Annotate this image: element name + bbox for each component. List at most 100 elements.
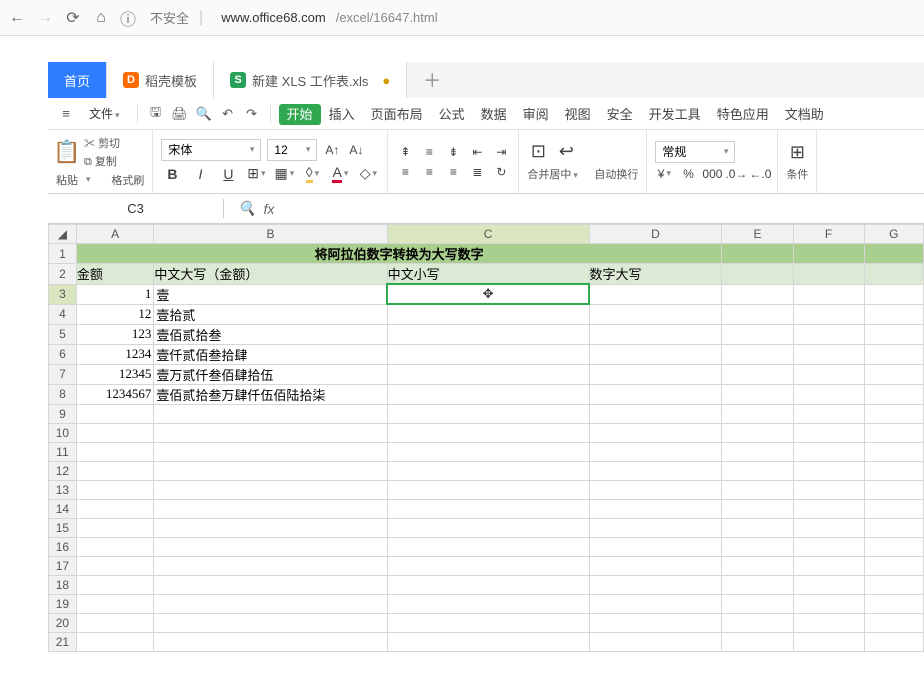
cell[interactable] — [589, 284, 722, 304]
select-all-corner[interactable]: ◢ — [49, 225, 77, 244]
cell[interactable] — [864, 480, 923, 499]
cell[interactable] — [722, 423, 793, 442]
cell[interactable] — [793, 284, 864, 304]
row-header[interactable]: 4 — [49, 304, 77, 324]
menu-公式[interactable]: 公式 — [431, 104, 473, 125]
cell[interactable] — [387, 404, 589, 423]
cell-amount[interactable]: 1234 — [76, 344, 154, 364]
row-header[interactable]: 1 — [49, 244, 77, 264]
cell[interactable] — [864, 404, 923, 423]
menu-数据[interactable]: 数据 — [473, 104, 515, 125]
cell[interactable] — [76, 461, 154, 480]
cell[interactable] — [722, 384, 793, 404]
cell[interactable] — [722, 442, 793, 461]
cell[interactable] — [722, 518, 793, 537]
cell[interactable] — [387, 480, 589, 499]
cell-amount[interactable]: 12 — [76, 304, 154, 324]
cell-style-button[interactable]: ▦▾ — [273, 163, 295, 185]
wrap-icon[interactable]: ↩ — [555, 141, 577, 163]
cell[interactable] — [387, 594, 589, 613]
font-increase-icon[interactable]: A↑ — [323, 141, 341, 159]
cell[interactable] — [76, 404, 154, 423]
row-header[interactable]: 14 — [49, 499, 77, 518]
cell[interactable] — [589, 442, 722, 461]
font-decrease-icon[interactable]: A↓ — [347, 141, 365, 159]
cell[interactable] — [793, 594, 864, 613]
cell[interactable] — [864, 613, 923, 632]
row-header[interactable]: 20 — [49, 613, 77, 632]
cell[interactable] — [154, 632, 387, 651]
italic-button[interactable]: I — [189, 163, 211, 185]
clear-format-button[interactable]: ◇▾ — [357, 163, 379, 185]
borders-button[interactable]: ⊞▾ — [245, 163, 267, 185]
cell[interactable] — [722, 304, 793, 324]
cell[interactable] — [864, 304, 923, 324]
row-header[interactable]: 17 — [49, 556, 77, 575]
menu-file[interactable]: 文件▾ — [80, 102, 129, 125]
cell[interactable] — [722, 284, 793, 304]
menu-安全[interactable]: 安全 — [599, 104, 641, 125]
col-header[interactable]: C — [387, 225, 589, 244]
cell[interactable] — [387, 324, 589, 344]
redo-icon[interactable]: ↷ — [242, 104, 262, 124]
cell[interactable] — [864, 264, 923, 285]
cell-amount[interactable]: 12345 — [76, 364, 154, 384]
menu-开始[interactable]: 开始 — [279, 104, 321, 125]
comma-icon[interactable]: 000 — [703, 165, 721, 183]
cell[interactable] — [589, 575, 722, 594]
bold-button[interactable]: B — [161, 163, 183, 185]
percent-icon[interactable]: % — [679, 165, 697, 183]
indent-left-icon[interactable]: ⇤ — [468, 143, 486, 161]
cell[interactable] — [864, 575, 923, 594]
cell[interactable] — [722, 632, 793, 651]
cell[interactable] — [76, 613, 154, 632]
merge-icon[interactable]: ⊡ — [527, 141, 549, 163]
cell-chinese[interactable]: 壹拾贰 — [154, 304, 387, 324]
row-header[interactable]: 10 — [49, 423, 77, 442]
align-left-icon[interactable]: ≡ — [396, 163, 414, 181]
font-name-select[interactable]: 宋体▾ — [161, 139, 261, 161]
row-header[interactable]: 18 — [49, 575, 77, 594]
row-header[interactable]: 3 — [49, 284, 77, 304]
menu-文档助[interactable]: 文档助 — [777, 104, 832, 125]
cell[interactable] — [589, 537, 722, 556]
cell[interactable] — [154, 575, 387, 594]
undo-icon[interactable]: ↶ — [218, 104, 238, 124]
cell[interactable] — [589, 344, 722, 364]
url-host[interactable]: www.office68.com — [221, 10, 326, 25]
cell[interactable] — [793, 632, 864, 651]
info-icon[interactable]: ⓘ — [120, 6, 136, 30]
cell[interactable] — [722, 264, 793, 285]
cell[interactable] — [76, 537, 154, 556]
cell[interactable] — [864, 384, 923, 404]
cond-format-button[interactable]: 条件 — [786, 166, 808, 182]
cell[interactable] — [864, 594, 923, 613]
cell[interactable] — [864, 499, 923, 518]
cell[interactable] — [589, 594, 722, 613]
fx-icon[interactable]: fx — [263, 201, 274, 217]
col-header[interactable]: F — [793, 225, 864, 244]
cell[interactable] — [154, 423, 387, 442]
cell-chinese[interactable]: 壹 — [154, 284, 387, 304]
dec-decimal-icon[interactable]: ←.0 — [751, 165, 769, 183]
cell[interactable] — [387, 304, 589, 324]
menu-视图[interactable]: 视图 — [557, 104, 599, 125]
spreadsheet-grid[interactable]: ◢ A B C D E F G 1将阿拉伯数字转换为大写数字2金额中文大写（金额… — [48, 224, 924, 652]
fill-color-button[interactable]: ◊▾ — [301, 163, 323, 185]
tab-home[interactable]: 首页 — [48, 62, 107, 98]
print-icon[interactable]: 🖨 — [170, 104, 190, 124]
row-header[interactable]: 6 — [49, 344, 77, 364]
cell-chinese[interactable]: 壹万贰仟叁佰肆拾伍 — [154, 364, 387, 384]
cell[interactable] — [154, 480, 387, 499]
fx-lookup-icon[interactable]: 🔍 — [238, 200, 255, 217]
cell[interactable] — [793, 264, 864, 285]
cell[interactable] — [793, 575, 864, 594]
cell[interactable] — [154, 556, 387, 575]
cell[interactable] — [589, 632, 722, 651]
cell[interactable] — [154, 594, 387, 613]
cell[interactable] — [864, 518, 923, 537]
row-header[interactable]: 11 — [49, 442, 77, 461]
cell[interactable] — [722, 404, 793, 423]
preview-icon[interactable]: 🔍 — [194, 104, 214, 124]
cell[interactable] — [793, 480, 864, 499]
